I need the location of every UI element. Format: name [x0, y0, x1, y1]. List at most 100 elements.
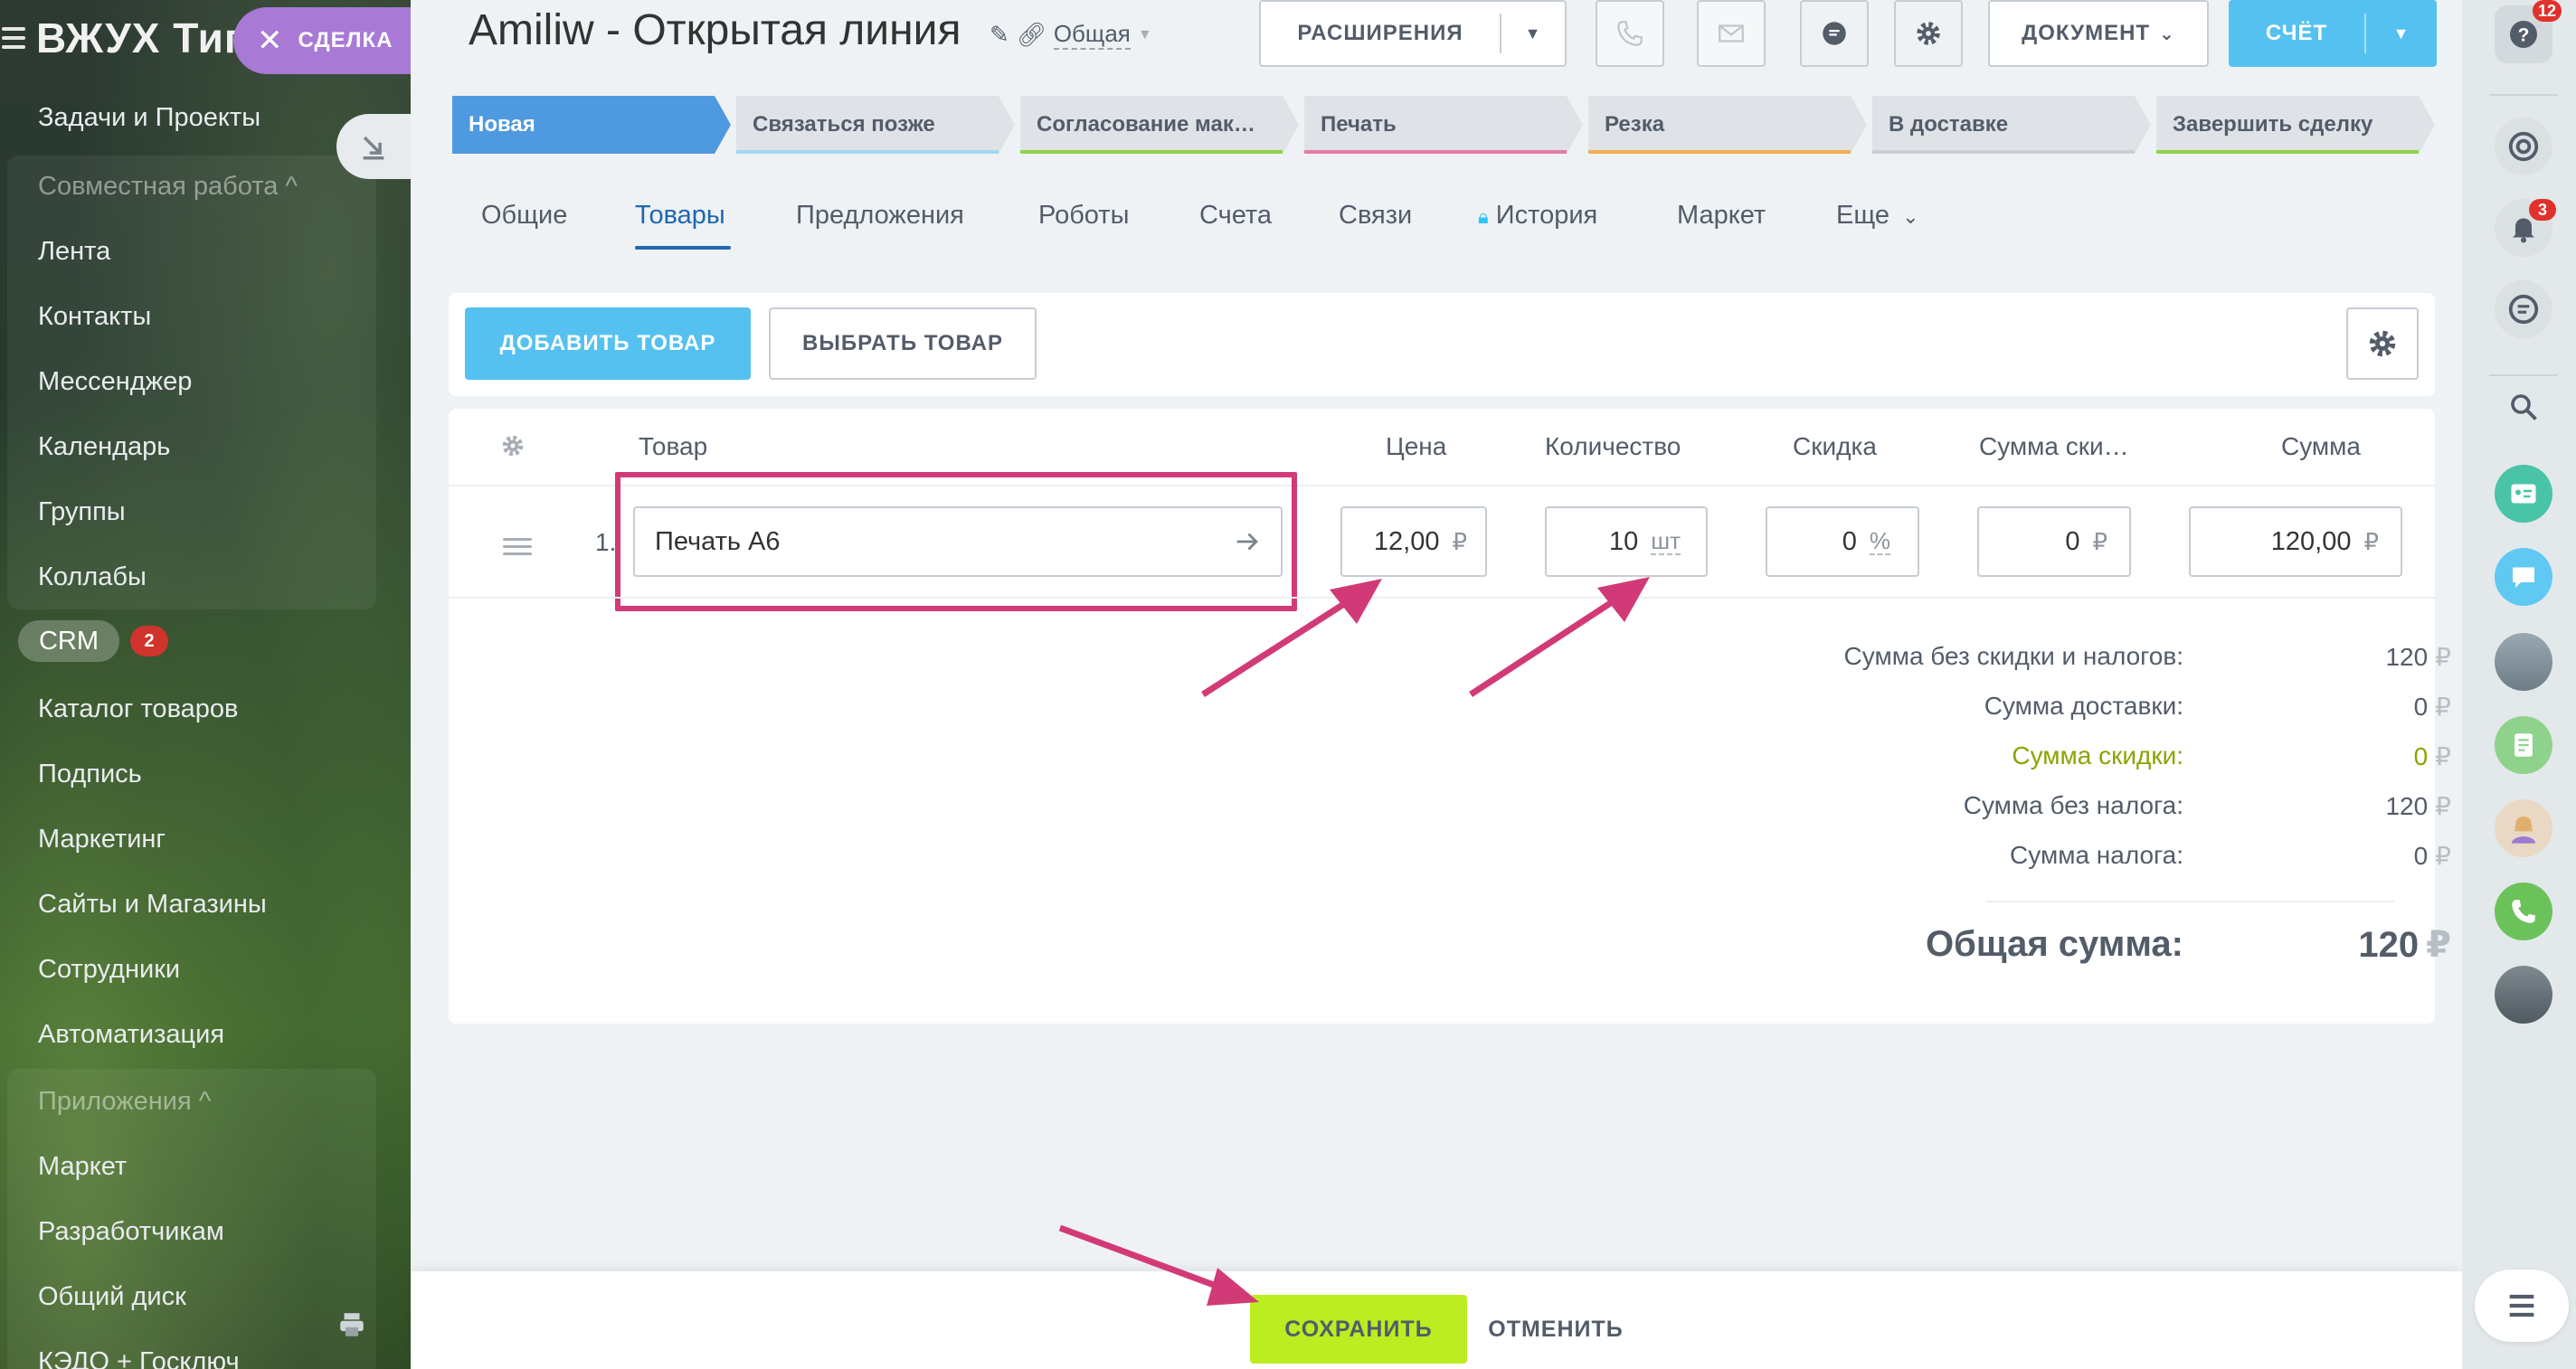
sidebar-group-apps[interactable]: Приложения ^: [38, 1087, 211, 1117]
price-input[interactable]: 12,00 ₽: [1340, 506, 1487, 577]
discount-input[interactable]: 0 %: [1766, 506, 1919, 577]
discount-sum-label: Сумма скидки:: [2012, 741, 2183, 769]
sidebar-item-market[interactable]: Маркет: [38, 1152, 127, 1182]
sum-without-tax-value: 120 ₽: [2385, 792, 2451, 820]
left-sidebar: ВЖУХ Тип Задачи и Проекты Совместная раб…: [0, 0, 411, 1369]
stage-delivery[interactable]: В доставке: [1872, 96, 2151, 154]
sidebar-item-tasks[interactable]: Задачи и Проекты: [38, 103, 260, 133]
deal-title: Amiliw - Открытая линия: [469, 6, 961, 54]
category-selector[interactable]: Общая: [1053, 20, 1131, 50]
active-tab-indicator: [635, 246, 731, 250]
sidebar-item-collabs[interactable]: Коллабы: [38, 562, 147, 592]
avatar[interactable]: [2495, 799, 2552, 857]
phone-icon: [2512, 900, 2535, 923]
portal-logo[interactable]: ВЖУХ Тип: [0, 5, 251, 71]
collapse-slider-button[interactable]: [336, 114, 411, 179]
select-product-button[interactable]: ВЫБРАТЬ ТОВАР: [769, 307, 1037, 380]
sidebar-item-contacts[interactable]: Контакты: [38, 302, 151, 332]
discount-sum-input[interactable]: 0 ₽: [1977, 506, 2131, 577]
column-header-discount-sum: Сумма ски…: [1979, 432, 2129, 460]
stage-finish[interactable]: Завершить сделку: [2156, 96, 2435, 154]
sidebar-item-developers[interactable]: Разработчикам: [38, 1217, 224, 1247]
extensions-button[interactable]: РАСШИРЕНИЯ ▼: [1259, 0, 1567, 67]
sidebar-item-messenger[interactable]: Мессенджер: [38, 367, 192, 397]
notifications-badge: 3: [2529, 199, 2556, 221]
sidebar-group-collab[interactable]: Совместная работа ^: [38, 172, 298, 202]
chat-panel-button[interactable]: [2495, 280, 2552, 338]
tasks-button[interactable]: [2495, 716, 2552, 774]
mail-icon: [1719, 24, 1744, 42]
sum-input[interactable]: 120,00 ₽: [2189, 506, 2402, 577]
tab-robots[interactable]: Роботы: [1038, 201, 1129, 231]
discount-unit-selector[interactable]: %: [1869, 528, 1890, 555]
lock-icon: 🔒︎: [1478, 205, 1489, 228]
stage-approval[interactable]: Согласование мак…: [1020, 96, 1299, 154]
stage-cut[interactable]: Резка: [1588, 96, 1867, 154]
printer-icon[interactable]: [336, 1309, 367, 1345]
close-icon[interactable]: ✕: [257, 23, 284, 59]
rail-menu-button[interactable]: [2475, 1270, 2569, 1342]
product-highlight-frame: [615, 472, 1297, 611]
sidebar-item-calendar[interactable]: Календарь: [38, 432, 170, 462]
document-button[interactable]: ДОКУМЕНТ ⌄: [1988, 0, 2209, 67]
tab-more[interactable]: Еще ⌄: [1836, 201, 1919, 231]
cancel-button[interactable]: ОТМЕНИТЬ: [1483, 1295, 1628, 1364]
link-icon[interactable]: 🔗︎: [1017, 21, 1046, 49]
deal-slider-tab[interactable]: ✕ СДЕЛКА: [233, 7, 411, 74]
drag-handle-icon[interactable]: [503, 533, 532, 560]
open-lines-button[interactable]: [2495, 548, 2552, 606]
gear-icon: [2369, 330, 2396, 357]
avatar[interactable]: [2495, 633, 2552, 691]
grand-total-label: Общая сумма:: [1926, 924, 2183, 964]
contact-card-button[interactable]: [2495, 465, 2552, 523]
sidebar-item-crm[interactable]: CRM: [18, 620, 119, 662]
sidebar-item-catalog[interactable]: Каталог товаров: [38, 694, 238, 724]
chevron-down-icon: ▼: [1137, 26, 1152, 42]
sidebar-item-automation[interactable]: Автоматизация: [38, 1020, 224, 1050]
sidebar-item-kedo[interactable]: КЭДО + Госключ: [38, 1347, 240, 1369]
list-menu-icon: [2509, 1294, 2534, 1317]
quantity-input[interactable]: 10 шт: [1545, 506, 1708, 577]
sidebar-item-employees[interactable]: Сотрудники: [38, 955, 180, 985]
stage-call-later[interactable]: Связаться позже: [736, 96, 1015, 154]
unit-selector[interactable]: шт: [1651, 528, 1681, 555]
tab-offers[interactable]: Предложения: [796, 201, 964, 231]
avatar[interactable]: [2495, 966, 2552, 1024]
total-no-discount-value: 120 ₽: [2385, 643, 2451, 671]
tab-invoices[interactable]: Счета: [1199, 201, 1272, 231]
sidebar-item-sites[interactable]: Сайты и Магазины: [38, 890, 267, 920]
edit-pencil-icon[interactable]: ✎: [990, 21, 1009, 49]
menu-burger-icon[interactable]: [2, 22, 25, 54]
chat-button[interactable]: [1800, 0, 1869, 67]
sidebar-item-signature[interactable]: Подпись: [38, 760, 142, 789]
chevron-down-icon[interactable]: ▼: [1501, 24, 1565, 43]
save-button[interactable]: СОХРАНИТЬ: [1250, 1295, 1467, 1364]
tab-links[interactable]: Связи: [1339, 201, 1412, 231]
search-button[interactable]: [2495, 378, 2552, 436]
sidebar-item-feed[interactable]: Лента: [38, 237, 110, 267]
product-settings-button[interactable]: [2346, 307, 2419, 380]
chat-bubble-icon: [2513, 567, 2534, 588]
tab-market[interactable]: Маркет: [1677, 201, 1766, 231]
sidebar-item-disk[interactable]: Общий диск: [38, 1282, 186, 1312]
stage-print[interactable]: Печать: [1304, 96, 1583, 154]
invoice-button[interactable]: СЧЁТ ▼: [2229, 0, 2437, 67]
call-button[interactable]: [1596, 0, 1664, 67]
columns-settings[interactable]: [499, 432, 526, 466]
goals-button[interactable]: [2495, 118, 2552, 175]
sidebar-item-marketing[interactable]: Маркетинг: [38, 825, 166, 854]
settings-button[interactable]: [1894, 0, 1963, 67]
extensions-label: РАСШИРЕНИЯ: [1297, 21, 1463, 45]
discount-sum-value: 0: [2065, 526, 2080, 556]
telephony-button[interactable]: [2495, 883, 2552, 940]
grand-total-value: 120 ₽: [2358, 925, 2451, 965]
tab-products[interactable]: Товары: [635, 201, 725, 231]
sidebar-item-groups[interactable]: Группы: [38, 497, 126, 527]
add-product-button[interactable]: ДОБАВИТЬ ТОВАР: [465, 307, 751, 380]
stage-new[interactable]: Новая: [452, 96, 731, 154]
tab-general[interactable]: Общие: [481, 201, 567, 231]
chevron-down-icon[interactable]: ▼: [2366, 24, 2437, 43]
tab-history[interactable]: 🔒︎ История: [1478, 201, 1597, 231]
price-value: 12,00: [1373, 526, 1440, 556]
email-button[interactable]: [1697, 0, 1766, 67]
